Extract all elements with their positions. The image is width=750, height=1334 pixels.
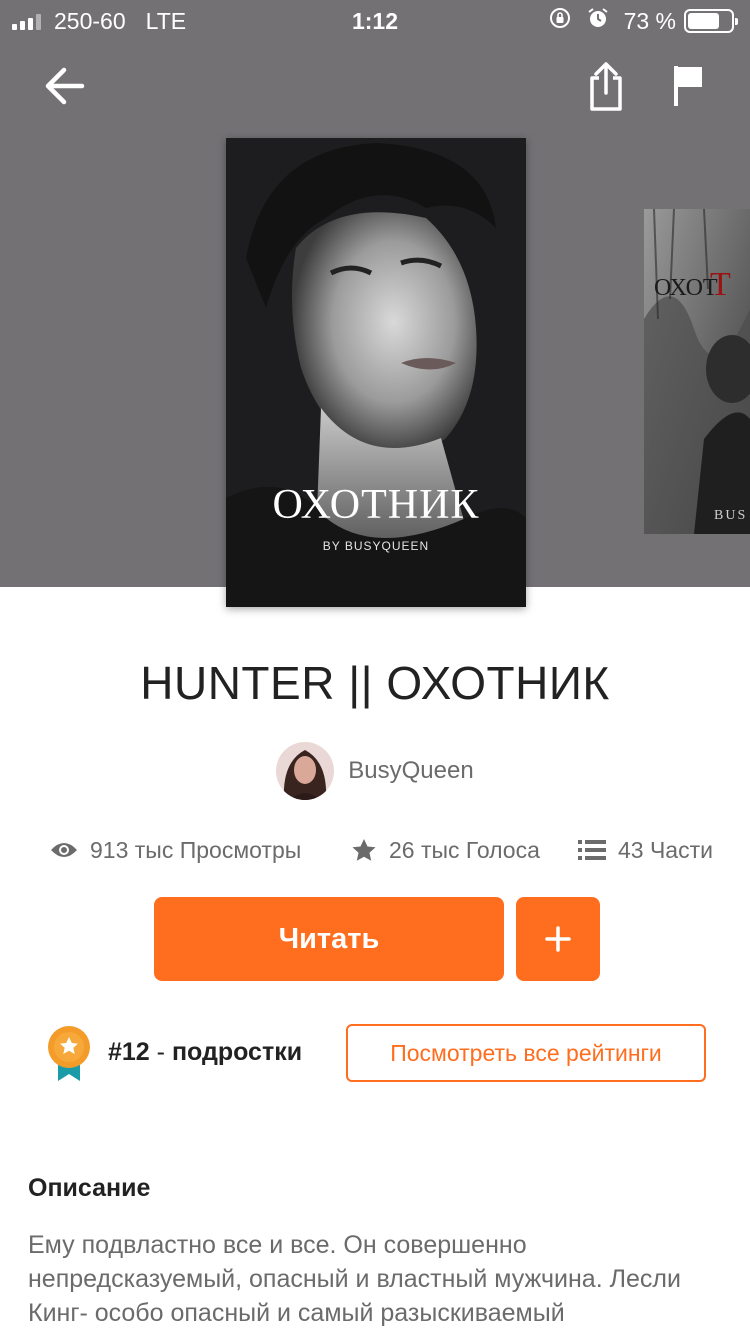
ranking-row: #12 - подростки Посмотреть все рейтинги: [0, 1024, 750, 1084]
next-cover-title: ОХОТ: [654, 275, 718, 301]
eye-icon: [50, 840, 78, 860]
parts-stat: 43 Части: [578, 830, 713, 870]
battery-cap: [735, 18, 738, 25]
add-to-library-button[interactable]: [516, 897, 600, 981]
status-right: 73 %: [548, 6, 738, 36]
battery-percent: 73 %: [623, 7, 676, 34]
book-title: HUNTER || ОХОТНИК: [140, 657, 610, 709]
cover-byline: BY BUSYQUEEN: [323, 539, 429, 553]
rank-category: подростки: [171, 1038, 303, 1066]
star-icon: [351, 838, 377, 862]
views-count: 913 тыс Просмотры: [90, 836, 302, 863]
author-row[interactable]: BusyQueen: [0, 742, 750, 800]
svg-text:BUS: BUS: [714, 508, 747, 523]
flag-icon: [674, 66, 702, 106]
share-button[interactable]: [578, 56, 634, 116]
report-button[interactable]: [660, 56, 716, 116]
description-text: Ему подвластно все и все. Он совершенно …: [28, 1231, 681, 1327]
rank-text: #12 - подростки: [108, 1038, 302, 1067]
back-arrow-icon: [45, 67, 85, 105]
nav-bar: [0, 50, 750, 120]
battery-fill: [688, 13, 719, 29]
rank-separator: -: [149, 1038, 172, 1066]
list-icon: [578, 839, 606, 861]
parts-count: 43 Части: [618, 836, 713, 863]
next-book-cover[interactable]: ОХОТ Т BUS: [644, 208, 750, 534]
back-button[interactable]: [36, 58, 92, 114]
rotation-lock-icon: [548, 6, 572, 36]
battery-icon: [684, 9, 738, 33]
author-name[interactable]: BusyQueen: [348, 757, 473, 785]
views-stat: 913 тыс Просмотры: [50, 830, 301, 870]
svg-text:Т: Т: [710, 266, 731, 303]
cover-title: ОХОТНИК: [273, 482, 480, 528]
stats-row: 913 тыс Просмотры 26 тыс Голоса 43 Части: [0, 830, 750, 870]
share-icon: [590, 62, 622, 111]
rank-number: #12: [108, 1038, 150, 1066]
book-cover[interactable]: ОХОТНИК BY BUSYQUEEN: [226, 138, 526, 607]
description-heading: Описание: [28, 1174, 151, 1202]
author-avatar[interactable]: [276, 742, 335, 800]
read-button[interactable]: Читать: [154, 897, 504, 981]
alarm-icon: [586, 6, 610, 36]
medal-icon: [46, 1025, 92, 1083]
votes-stat: 26 тыс Голоса: [351, 830, 540, 870]
votes-count: 26 тыс Голоса: [389, 836, 540, 863]
plus-icon: [545, 926, 571, 952]
status-bar: 250-60 LTE 1:12 73 %: [0, 0, 750, 42]
view-all-ratings-button[interactable]: Посмотреть все рейтинги: [346, 1024, 706, 1082]
